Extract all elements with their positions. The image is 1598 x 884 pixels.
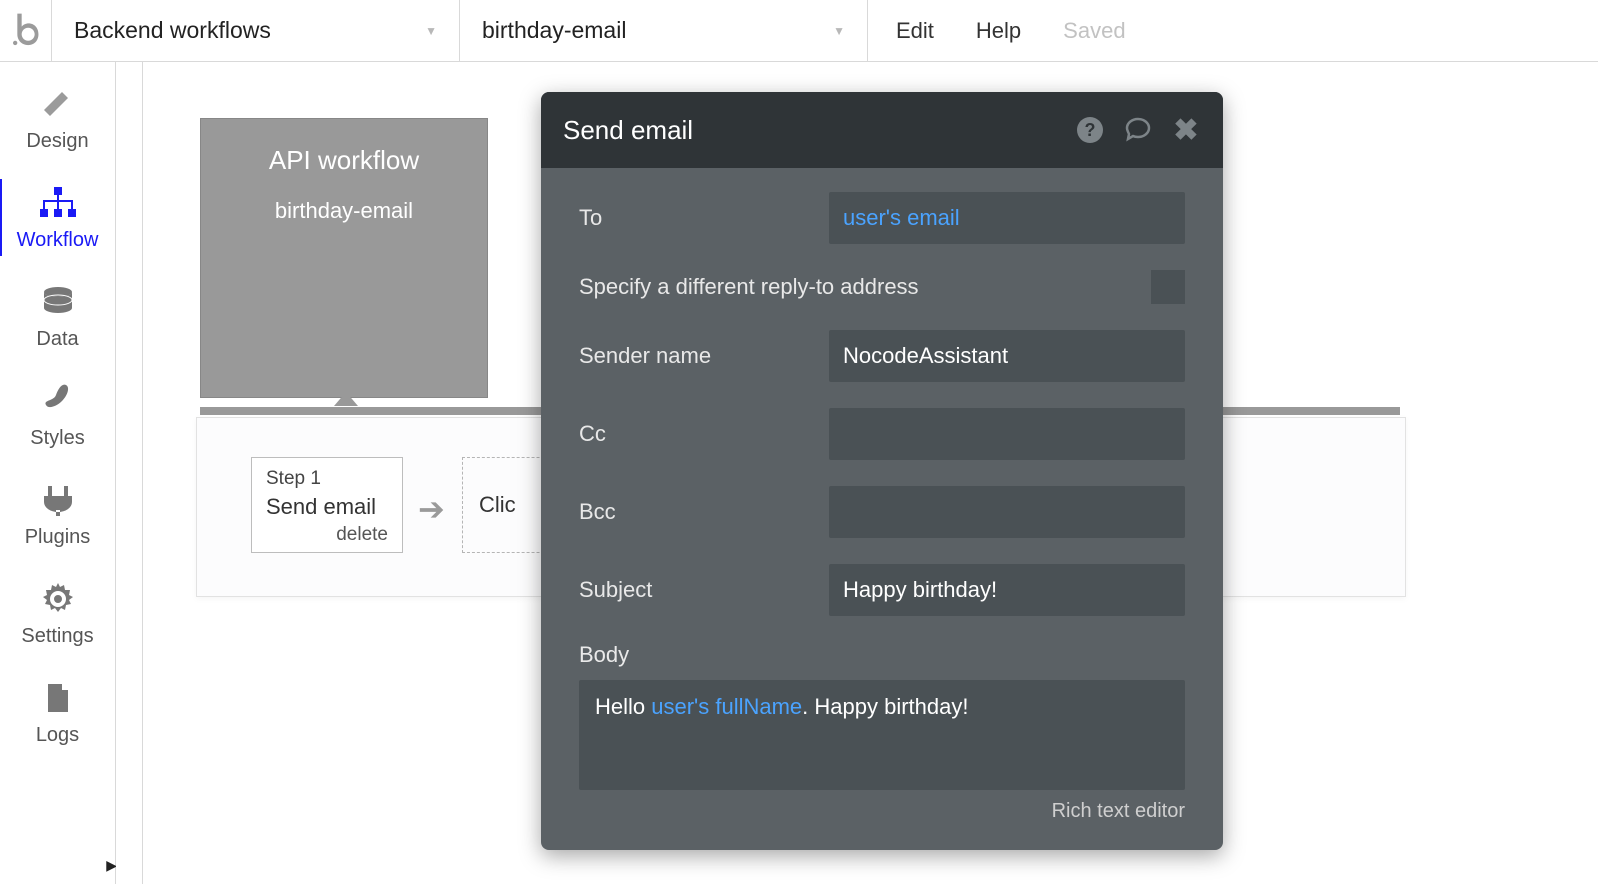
row-to: To user's email — [579, 192, 1185, 244]
top-bar: Backend workflows ▼ birthday-email ▼ Edi… — [0, 0, 1598, 62]
sidebar-item-design[interactable]: Design — [0, 80, 115, 157]
sidebar-item-label: Plugins — [25, 526, 91, 549]
row-subject: Subject Happy birthday! — [579, 564, 1185, 616]
section-select[interactable]: Backend workflows ▼ — [52, 0, 460, 61]
edit-link[interactable]: Edit — [896, 18, 934, 44]
workflow-select-label: birthday-email — [482, 17, 626, 44]
sidebar-item-workflow[interactable]: Workflow — [0, 179, 113, 256]
add-step-hint: Clic — [479, 492, 516, 518]
cc-field[interactable] — [829, 408, 1185, 460]
rich-text-editor-link[interactable]: Rich text editor — [579, 800, 1185, 823]
row-bcc: Bcc — [579, 486, 1185, 538]
event-pointer — [334, 392, 358, 406]
panel-body: To user's email Specify a different repl… — [541, 168, 1223, 847]
arrow-right-icon: ➔ — [418, 490, 445, 528]
logs-icon — [36, 678, 80, 718]
step-title: Send email — [266, 494, 388, 520]
step-card[interactable]: Step 1 Send email delete — [251, 457, 403, 553]
body-text-after: . Happy birthday! — [802, 694, 968, 719]
workflow-icon — [36, 183, 80, 223]
plugins-icon — [36, 480, 80, 520]
workflow-event-card[interactable]: API workflow birthday-email — [200, 118, 488, 398]
to-field[interactable]: user's email — [829, 192, 1185, 244]
sender-name-label: Sender name — [579, 343, 829, 369]
step-number: Step 1 — [266, 468, 388, 490]
body-dynamic-expr[interactable]: user's fullName — [651, 694, 802, 719]
section-select-label: Backend workflows — [74, 17, 271, 44]
property-panel: Send email ? ✖ To user's email Specify a… — [541, 92, 1223, 850]
panel-title: Send email — [563, 115, 693, 146]
design-icon — [36, 84, 80, 124]
row-sender-name: Sender name NocodeAssistant — [579, 330, 1185, 382]
sidebar-item-logs[interactable]: Logs — [0, 674, 115, 751]
row-cc: Cc — [579, 408, 1185, 460]
sidebar-item-label: Design — [26, 130, 88, 153]
sidebar-item-plugins[interactable]: Plugins — [0, 476, 115, 553]
to-label: To — [579, 205, 829, 231]
help-icon[interactable]: ? — [1075, 115, 1105, 145]
bcc-label: Bcc — [579, 499, 829, 525]
sidebar-item-settings[interactable]: Settings — [0, 575, 115, 652]
styles-icon — [36, 381, 80, 421]
body-label: Body — [579, 642, 1185, 668]
sidebar: Design Workflow Data Styles Plugins Sett… — [0, 62, 116, 884]
help-link[interactable]: Help — [976, 18, 1021, 44]
subject-label: Subject — [579, 577, 829, 603]
saved-status: Saved — [1063, 18, 1125, 44]
step-delete-link[interactable]: delete — [266, 524, 388, 546]
subject-field[interactable]: Happy birthday! — [829, 564, 1185, 616]
sidebar-item-label: Logs — [36, 724, 79, 747]
event-title: API workflow — [201, 145, 487, 176]
comment-icon[interactable] — [1123, 115, 1153, 145]
reply-to-label: Specify a different reply-to address — [579, 274, 1151, 300]
cc-label: Cc — [579, 421, 829, 447]
bcc-field[interactable] — [829, 486, 1185, 538]
sidebar-item-styles[interactable]: Styles — [0, 377, 115, 454]
body-text-before: Hello — [595, 694, 651, 719]
sidebar-item-label: Settings — [21, 625, 93, 648]
sidebar-item-label: Workflow — [17, 229, 99, 252]
event-name: birthday-email — [201, 198, 487, 224]
row-reply-to: Specify a different reply-to address — [579, 270, 1185, 304]
chevron-down-icon: ▼ — [833, 24, 845, 38]
top-right-links: Edit Help Saved — [868, 0, 1598, 61]
panel-header-icons: ? ✖ — [1075, 115, 1201, 145]
gear-icon — [36, 579, 80, 619]
data-icon — [36, 282, 80, 322]
body-field[interactable]: Hello user's fullName. Happy birthday! — [579, 680, 1185, 790]
canvas-divider — [142, 62, 143, 884]
panel-header[interactable]: Send email ? ✖ — [541, 92, 1223, 168]
app-logo — [0, 0, 52, 61]
sidebar-item-label: Styles — [30, 427, 84, 450]
sidebar-item-label: Data — [36, 328, 78, 351]
close-icon[interactable]: ✖ — [1171, 115, 1201, 145]
workflow-canvas: API workflow birthday-email Step 1 Send … — [116, 62, 1598, 884]
workflow-select[interactable]: birthday-email ▼ — [460, 0, 868, 61]
sender-name-field[interactable]: NocodeAssistant — [829, 330, 1185, 382]
chevron-down-icon: ▼ — [425, 24, 437, 38]
bubble-logo-icon — [13, 13, 39, 49]
reply-to-checkbox[interactable] — [1151, 270, 1185, 304]
sidebar-item-data[interactable]: Data — [0, 278, 115, 355]
svg-text:?: ? — [1085, 120, 1096, 140]
